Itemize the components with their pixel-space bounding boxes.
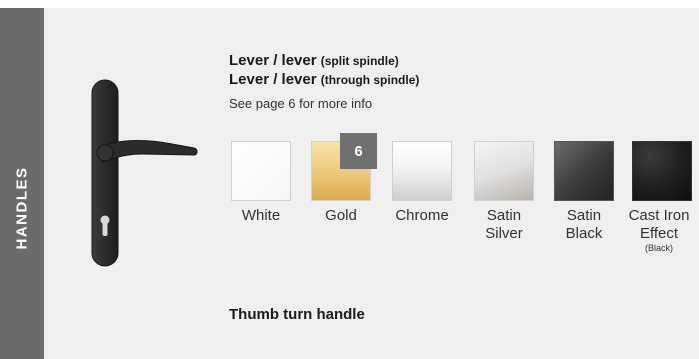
finish-label-line1: Gold [325,207,357,224]
finish-label-line1: Satin [566,207,602,224]
finish-label-white: White [221,207,301,225]
side-tab-label: HANDLES [13,166,31,250]
finish-label-satin-black: Satin Black [544,207,624,243]
title-split-spindle-main: Lever / lever [229,52,317,69]
title-split-spindle: Lever / lever (split spindle) [229,52,399,69]
title-through-spindle-note: (through spindle) [320,73,420,87]
swatch-white [231,141,291,201]
finish-label-chrome: Chrome [382,207,462,225]
finish-label-line1: Satin [486,207,522,224]
swatch-satin-black [554,141,614,201]
title-through-spindle-main: Lever / lever [229,71,317,88]
finish-label-cast-iron-effect: Cast Iron Effect (Black) [619,207,699,254]
title-through-spindle: Lever / lever (through spindle) [229,71,419,88]
finish-label-line1: Chrome [395,207,449,224]
swatch-satin-silver [474,141,534,201]
finish-label-line1: Cast Iron [628,207,690,224]
finish-label-line2: Effect [639,225,679,242]
finish-label-satin-silver: Satin Silver [464,207,544,243]
finish-label-line2: Black [565,225,603,242]
title-split-spindle-note: (split spindle) [320,54,399,68]
finish-label-note: (Black) [644,243,673,253]
lever-handle-image [91,79,198,267]
more-info-text: See page 6 for more info [229,96,373,111]
thumb-turn-heading: Thumb turn handle [229,306,365,323]
backplate [91,79,119,267]
swatch-cast-iron-effect [632,141,692,201]
swatch-chrome [392,141,452,201]
lever-rose [96,144,114,162]
finish-label-line1: White [241,207,281,224]
finish-label-line2: Silver [485,225,523,242]
finish-label-gold: Gold [301,207,381,225]
page-reference-badge: 6 [340,133,377,169]
side-tab: HANDLES [0,8,44,359]
